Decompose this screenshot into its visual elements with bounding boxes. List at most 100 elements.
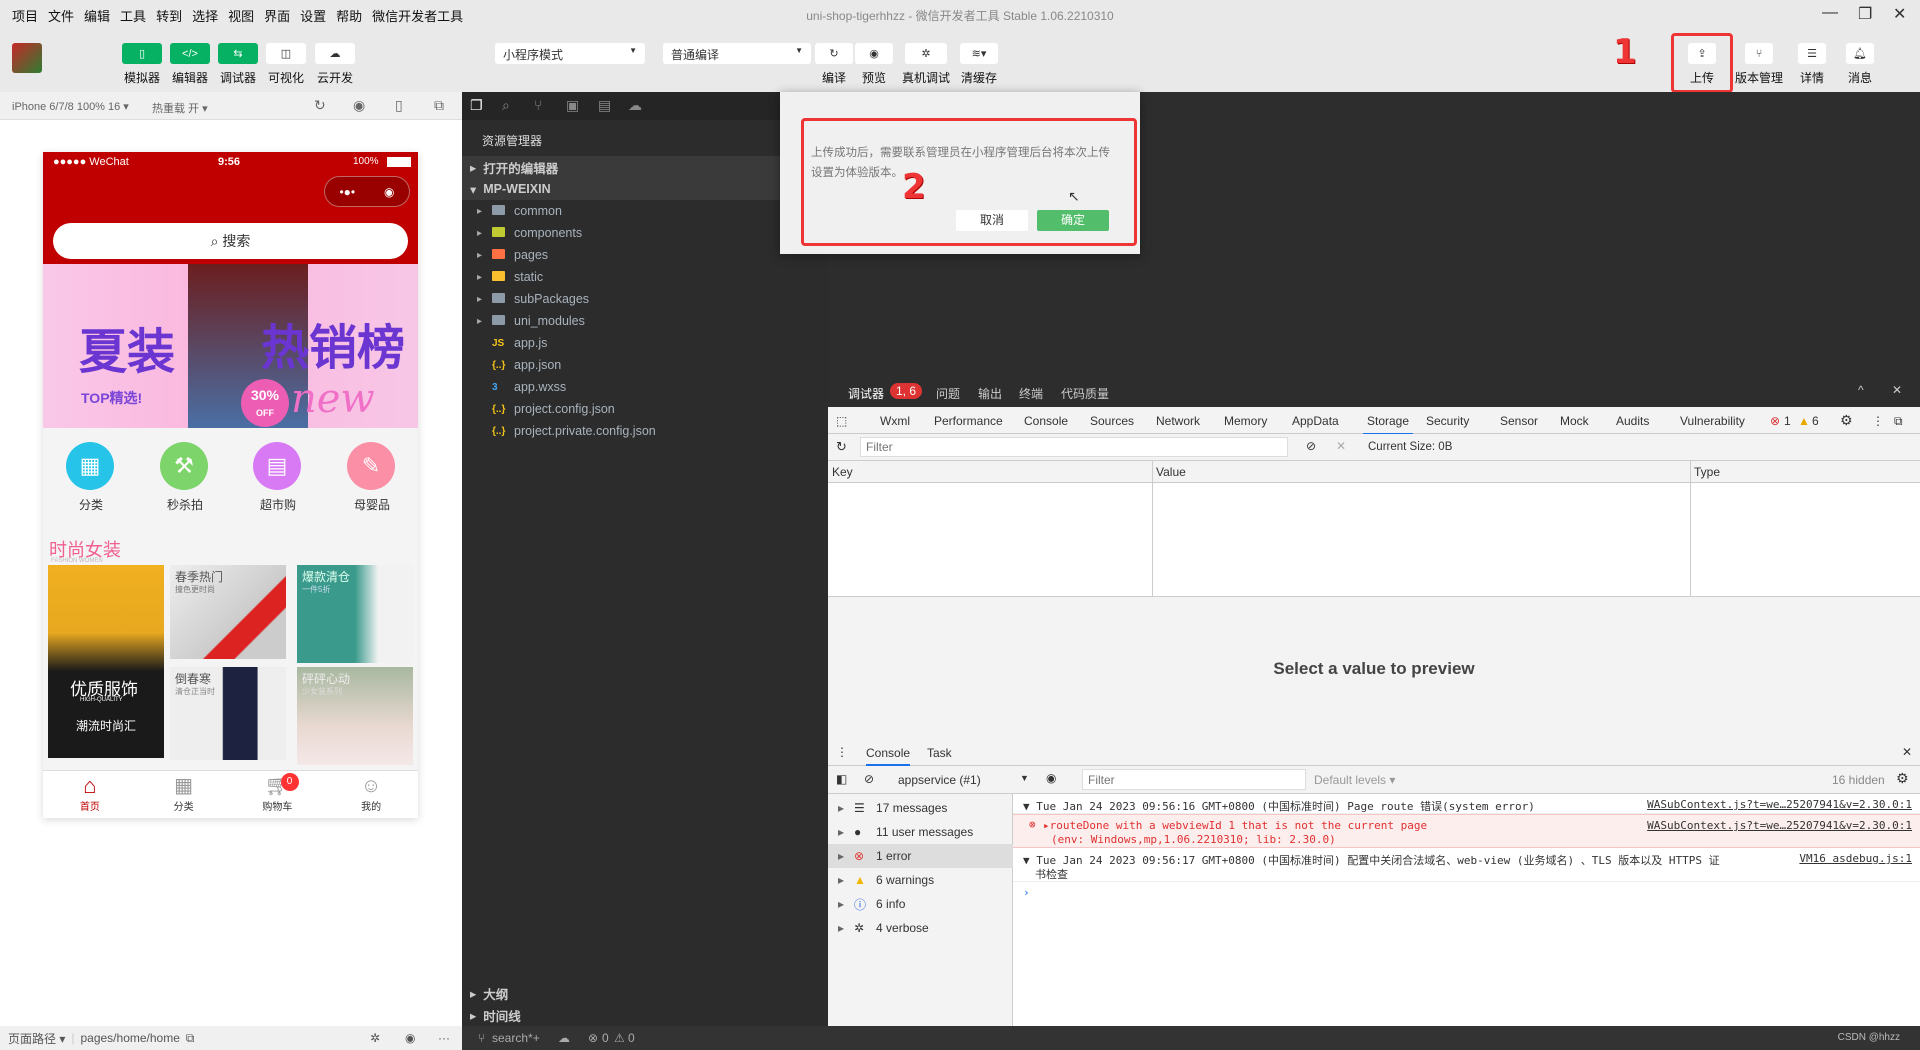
refresh-icon[interactable]: ↻ — [836, 439, 847, 455]
tab-storage[interactable]: Storage — [1363, 414, 1414, 435]
filter-info[interactable]: ▸ ⓘ 6 info — [828, 892, 1013, 916]
simulator-button[interactable]: ▯ — [122, 43, 162, 64]
popout-icon[interactable]: ⧉ — [434, 97, 444, 114]
project-root[interactable]: ▾ MP-WEIXIN — [462, 178, 828, 200]
phone-icon[interactable]: ▯ — [395, 97, 403, 114]
column-key[interactable]: Key — [832, 465, 853, 479]
rotate-icon[interactable]: ↻ — [314, 97, 326, 114]
tab-task[interactable]: Task — [927, 746, 952, 760]
column-value[interactable]: Value — [1156, 465, 1186, 479]
search-icon[interactable]: ⌕ — [502, 97, 510, 114]
status-warning-count[interactable]: 0 — [628, 1031, 635, 1045]
tab-memory[interactable]: Memory — [1224, 414, 1267, 428]
tab-console-drawer[interactable]: Console — [866, 746, 911, 766]
warning-count[interactable]: 6 — [1812, 414, 1819, 428]
console-message[interactable]: ▼ Tue Jan 24 2023 09:56:16 GMT+0800 (中国标… — [1013, 794, 1920, 814]
maximize-icon[interactable]: ❐ — [1858, 4, 1872, 24]
delete-icon[interactable]: ✕ — [1336, 439, 1346, 453]
file-tree-item[interactable]: ▸ pages — [462, 244, 828, 266]
status-error-count[interactable]: 0 — [602, 1031, 609, 1045]
nav-item-seckill[interactable]: ⚒ 秒杀拍 — [160, 442, 210, 513]
message-source-link[interactable]: VM16 asdebug.js:1 — [1799, 852, 1912, 865]
device-select[interactable]: iPhone 6/7/8 100% 16 ▾ — [12, 100, 129, 113]
extensions-icon[interactable]: ▣ — [566, 97, 579, 114]
tab-terminal[interactable]: 终端 — [1019, 385, 1043, 402]
hot-reload-toggle[interactable]: 热重载 开 ▾ — [152, 100, 208, 116]
tab-performance[interactable]: Performance — [934, 414, 1003, 428]
collapse-icon[interactable]: ^ — [1858, 383, 1864, 397]
nav-item-market[interactable]: ▤ 超市购 — [253, 442, 303, 513]
tab-wxml[interactable]: Wxml — [880, 414, 910, 428]
gear-icon[interactable]: ⚙ — [1840, 412, 1853, 429]
more-icon[interactable]: •●• — [339, 185, 355, 199]
file-tree-item[interactable]: {..} project.config.json — [462, 398, 828, 420]
clear-all-icon[interactable]: ⊘ — [1306, 439, 1316, 453]
tab-vulnerability[interactable]: Vulnerability — [1680, 414, 1745, 428]
filter-verbose[interactable]: ▸ ✲ 4 verbose — [828, 916, 1013, 940]
outline-section[interactable]: ▸ 大纲 — [462, 982, 828, 1004]
messages-button[interactable]: 🔔︎ — [1846, 43, 1874, 64]
more-icon[interactable]: ··· — [438, 1031, 450, 1045]
floor-big-image[interactable]: 优质服饰 HIGH-QUALITY 潮流时尚汇 — [48, 565, 164, 758]
message-source-link[interactable]: WASubContext.js?t=we…25207941&v=2.30.0:1 — [1647, 798, 1912, 811]
clear-cache-button[interactable]: ≋▾ — [960, 43, 998, 64]
capsule-menu[interactable]: •●• ◉ — [324, 176, 410, 207]
filter-messages[interactable]: ▸ ☰ 17 messages — [828, 796, 1013, 820]
branch-icon[interactable]: ⑂ — [534, 97, 542, 113]
docker-icon[interactable]: ☁ — [628, 97, 642, 114]
tab-code-quality[interactable]: 代码质量 — [1061, 385, 1109, 402]
close-icon[interactable]: ✕ — [1892, 383, 1902, 397]
console-prompt[interactable]: › — [1023, 886, 1030, 899]
sidebar-toggle-icon[interactable]: ◧ — [836, 772, 847, 786]
timeline-section[interactable]: ▸ 时间线 — [462, 1004, 828, 1026]
mode-select[interactable]: 小程序模式 ▼ — [495, 43, 645, 64]
close-drawer-icon[interactable]: ✕ — [1902, 745, 1912, 759]
tab-sources[interactable]: Sources — [1090, 414, 1134, 428]
filter-user-messages[interactable]: ▸ ● 11 user messages — [828, 820, 1013, 844]
remote-debug-button[interactable]: ✲ — [905, 43, 947, 64]
file-tree-item[interactable]: 3 app.wxss — [462, 376, 828, 398]
version-button[interactable]: ⑂ — [1745, 43, 1773, 64]
console-error-message[interactable]: ⊗ ▸routeDone with a webviewId 1 that is … — [1013, 814, 1920, 848]
dock-icon[interactable]: ⧉ — [1894, 414, 1903, 429]
open-editors-section[interactable]: ▸ 打开的编辑器 — [462, 156, 828, 178]
floor-item[interactable]: 春季热门 撞色更时尚 — [170, 565, 286, 659]
stop-icon[interactable]: ◉ — [353, 97, 365, 114]
editor-button[interactable]: </> — [170, 43, 210, 64]
search-bar[interactable]: ⌕ 搜索 — [53, 223, 408, 259]
error-count[interactable]: 1 — [1784, 414, 1791, 428]
file-tree-item[interactable]: ▸ subPackages — [462, 288, 828, 310]
message-source-link[interactable]: WASubContext.js?t=we…25207941&v=2.30.0:1 — [1647, 819, 1912, 832]
page-path-select[interactable]: 页面路径 ▾ — [8, 1030, 65, 1047]
drawer-menu-icon[interactable]: ⋮ — [836, 745, 848, 759]
file-tree-item[interactable]: {..} project.private.config.json — [462, 420, 828, 442]
file-tree-item[interactable]: ▸ static — [462, 266, 828, 288]
tab-appdata[interactable]: AppData — [1292, 414, 1339, 428]
context-select[interactable]: appservice (#1) — [898, 773, 981, 787]
inspect-icon[interactable]: ⬚ — [836, 414, 847, 428]
eye-icon[interactable]: ◉ — [405, 1031, 415, 1045]
floor-item[interactable]: 倒春寒 清仓正当时 — [170, 667, 286, 760]
floor-item[interactable]: 爆款清仓 一件5折 — [297, 565, 413, 663]
compile-select[interactable]: 普通编译 ▼ — [663, 43, 811, 64]
compile-button[interactable]: ↻ — [815, 43, 853, 64]
git-branch[interactable]: search*+ — [492, 1031, 540, 1045]
tab-problems[interactable]: 问题 — [936, 385, 960, 402]
details-button[interactable]: ☰ — [1798, 43, 1826, 64]
file-tree-item[interactable]: JS app.js — [462, 332, 828, 354]
close-mini-icon[interactable]: ◉ — [384, 185, 394, 199]
tab-debugger[interactable]: 调试器 — [848, 385, 885, 409]
eye-icon[interactable]: ◉ — [1046, 771, 1056, 785]
tab-mock[interactable]: Mock — [1560, 414, 1589, 428]
tab-audits[interactable]: Audits — [1616, 414, 1649, 428]
tab-network[interactable]: Network — [1156, 414, 1200, 428]
file-tree-item[interactable]: ▸ components — [462, 222, 828, 244]
files-icon[interactable]: ❐ — [470, 97, 483, 114]
save-icon[interactable]: ▤ — [598, 97, 611, 114]
filter-errors[interactable]: ▸ ⊗ 1 error — [828, 844, 1013, 868]
file-tree-item[interactable]: ▸ uni_modules — [462, 310, 828, 332]
tab-output[interactable]: 输出 — [978, 385, 1002, 402]
console-message[interactable]: ▼ Tue Jan 24 2023 09:56:17 GMT+0800 (中国标… — [1013, 848, 1920, 882]
tab-home[interactable]: ⌂ 首页 — [43, 771, 137, 818]
floor-item[interactable]: 砰砰心动 少女装系列 — [297, 667, 413, 765]
